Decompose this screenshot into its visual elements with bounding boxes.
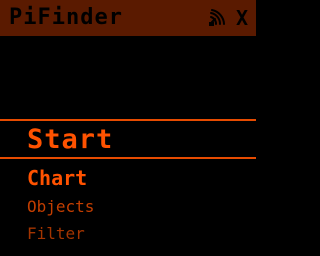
menu-item-chart[interactable]: Chart	[27, 166, 87, 190]
status-icons: X	[208, 6, 248, 30]
menu-item-objects[interactable]: Objects	[27, 197, 94, 217]
close-icon[interactable]: X	[236, 8, 248, 28]
title-bar: PiFinder X	[0, 0, 256, 36]
menu-item-start[interactable]: Start	[27, 124, 113, 156]
menu-item-filter[interactable]: Filter	[27, 224, 85, 244]
app-title: PiFinder	[9, 5, 123, 30]
signal-icon	[208, 9, 228, 27]
